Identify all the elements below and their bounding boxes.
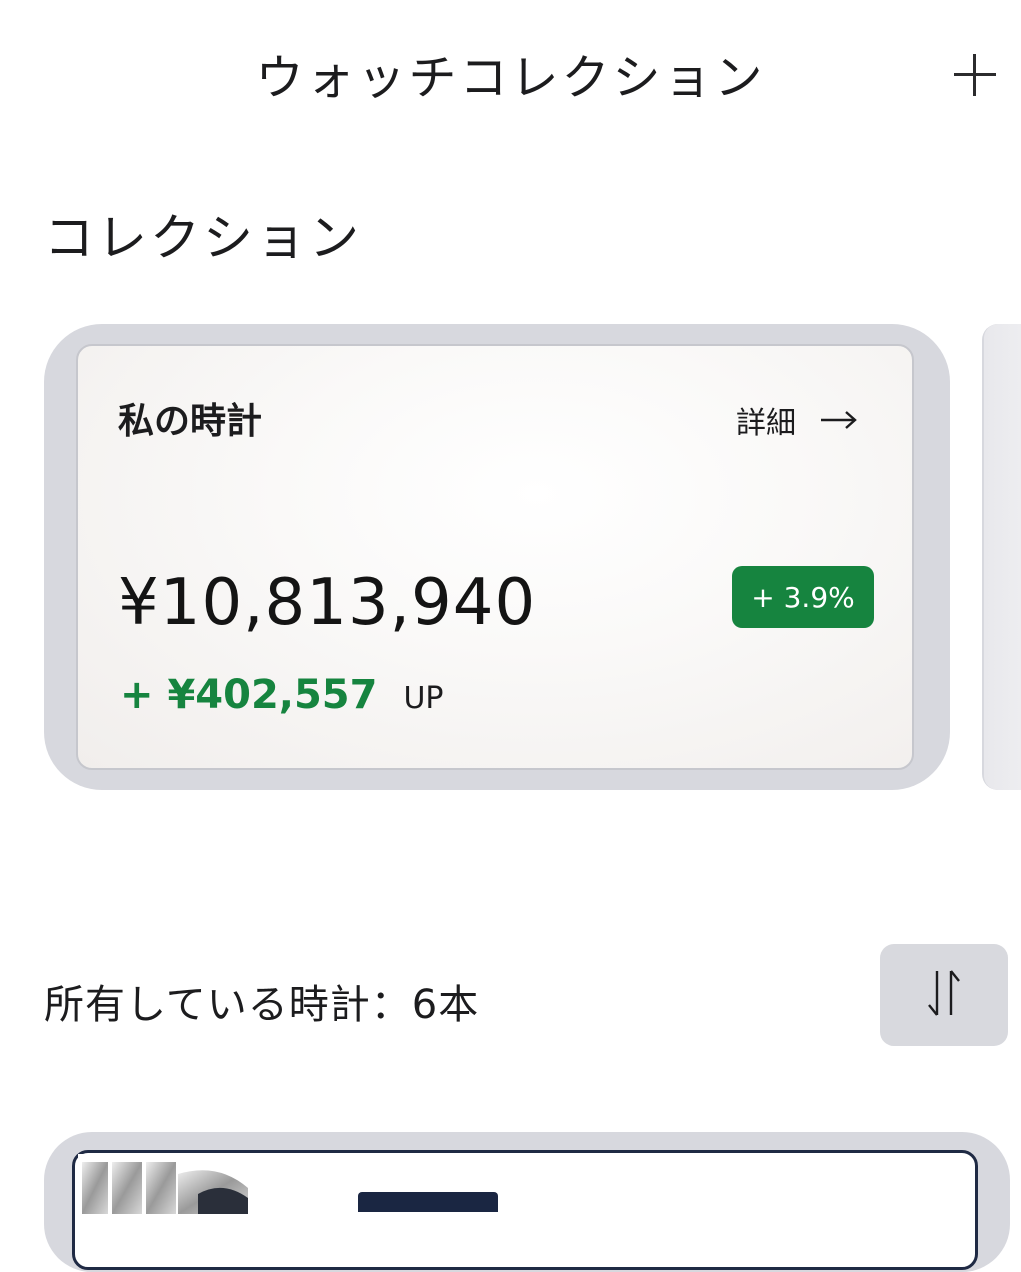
next-collection-card[interactable] [982, 324, 1021, 790]
arrow-right-icon [820, 410, 858, 430]
page-title: ウォッチコレクション [255, 50, 766, 106]
change-percent-badge: + 3.9% [732, 566, 874, 628]
change-amount: + ¥402,557 [120, 672, 378, 718]
gain-row: + ¥402,557 UP [120, 672, 444, 718]
change-suffix: UP [403, 681, 444, 716]
add-collection-button[interactable] [950, 50, 1000, 100]
collection-name: 私の時計 [118, 401, 263, 442]
detail-link[interactable]: 詳細 [736, 398, 858, 442]
watch-image [78, 1154, 248, 1214]
detail-label: 詳細 [736, 406, 796, 441]
owned-watches-count: 所有している時計：6本 [44, 982, 480, 1028]
total-value: ¥10,813,940 [118, 566, 537, 640]
watch-tag [358, 1192, 498, 1212]
section-title-collection: コレクション [44, 209, 362, 267]
next-collection-card-panel [984, 324, 1021, 790]
sort-button[interactable] [880, 944, 1008, 1046]
sort-arrows-icon [924, 967, 964, 1023]
